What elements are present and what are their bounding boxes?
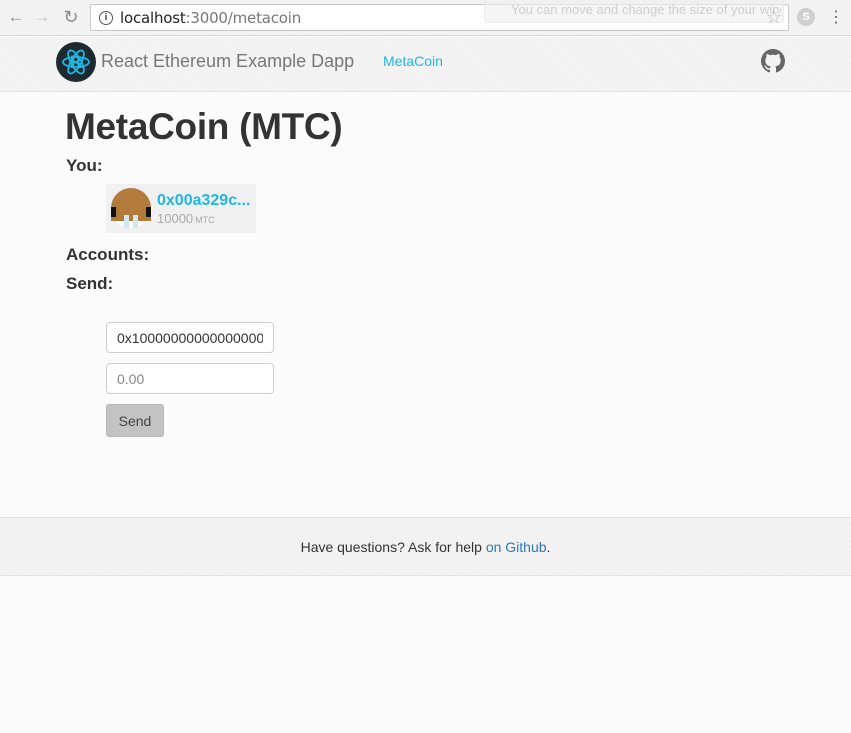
info-icon[interactable]: i <box>99 10 113 25</box>
url-host: localhost <box>120 8 186 27</box>
reload-icon[interactable]: ↻ <box>60 6 82 28</box>
url-text[interactable]: localhost:3000/metacoin <box>120 9 301 27</box>
react-logo-icon[interactable]: R <box>56 42 96 82</box>
svg-text:R: R <box>69 53 82 73</box>
github-help-link[interactable]: on Github <box>486 539 547 555</box>
amount-input[interactable] <box>106 363 274 394</box>
kebab-menu-icon[interactable]: ⋮ <box>828 7 844 29</box>
page-title: MetaCoin (MTC) <box>65 106 343 147</box>
app-header: R React Ethereum Example Dapp MetaCoin <box>0 37 851 92</box>
walrus-avatar-icon <box>110 187 152 229</box>
you-label: You: <box>66 156 103 175</box>
github-icon[interactable] <box>761 49 785 73</box>
account-address[interactable]: 0x00a329c... <box>157 192 250 210</box>
footer: Have questions? Ask for help on Github. <box>0 517 851 576</box>
footer-text: Have questions? Ask for help on Github. <box>0 539 851 555</box>
skype-extension-icon[interactable]: S <box>797 8 815 26</box>
nav-link-metacoin[interactable]: MetaCoin <box>383 53 443 69</box>
faded-tooltip: You can move and change the size of your… <box>484 0 784 23</box>
browser-toolbar: ← → ↻ i localhost:3000/metacoin ☆ You ca… <box>0 0 851 36</box>
footer-period: . <box>546 539 551 555</box>
account-balance: 10000 MTC <box>157 211 215 226</box>
balance-value: 10000 <box>157 211 194 226</box>
forward-arrow-icon[interactable]: → <box>31 6 53 28</box>
back-arrow-icon[interactable]: ← <box>5 6 27 28</box>
account-card[interactable]: 0x00a329c... 10000 MTC <box>106 184 256 233</box>
brand-title[interactable]: React Ethereum Example Dapp <box>101 51 354 72</box>
tooltip-text: You can move and change the size of your… <box>511 2 781 17</box>
send-button[interactable]: Send <box>106 404 164 437</box>
footer-message: Have questions? Ask for help <box>300 539 486 555</box>
send-label: Send: <box>66 274 114 293</box>
recipient-address-input[interactable] <box>106 322 274 353</box>
url-path: :3000/metacoin <box>185 8 302 27</box>
balance-unit: MTC <box>195 215 215 225</box>
accounts-label: Accounts: <box>66 245 150 264</box>
